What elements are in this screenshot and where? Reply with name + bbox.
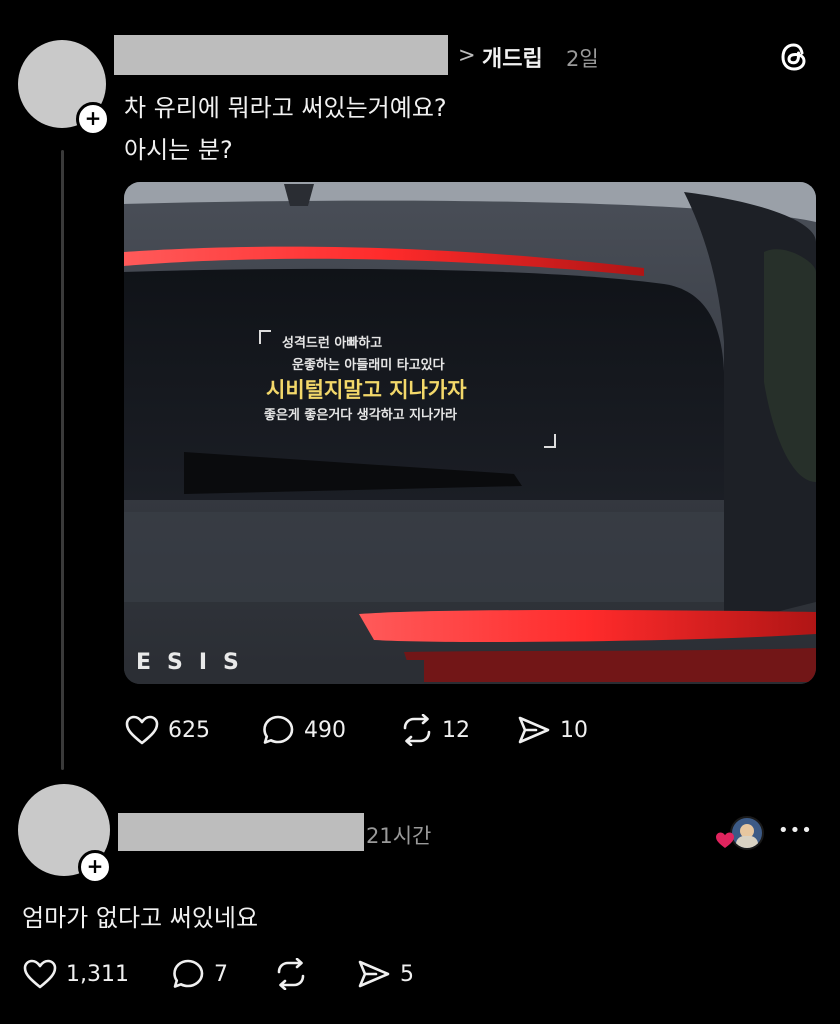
reply-repost-action[interactable]	[274, 958, 308, 990]
decal-line-4: 좋은게 좋은거다 생각하고 지나가라	[264, 408, 457, 423]
car-badge-text: ESIS	[136, 650, 255, 675]
liked-by-author-indicator	[714, 816, 764, 852]
follow-plus-badge[interactable]: +	[76, 102, 110, 136]
reply-follow-plus-badge[interactable]: +	[78, 850, 112, 884]
post-text-line-2: 아시는 분?	[124, 136, 233, 164]
repost-icon	[277, 958, 305, 990]
reply-comment-action[interactable]: 7	[172, 958, 228, 990]
reply-like-count: 1,311	[66, 961, 129, 987]
community-link[interactable]: 개드립	[482, 41, 543, 73]
like-count: 625	[168, 717, 210, 743]
like-action[interactable]: 625	[124, 714, 210, 746]
decal-line-3: 시비털지말고 지나가자	[266, 378, 467, 402]
decal-line-1: 성격드런 아빠하고	[282, 336, 383, 351]
reply-share-count: 5	[400, 961, 414, 987]
share-action[interactable]: 10	[516, 714, 588, 746]
repost-action[interactable]: 12	[400, 714, 470, 746]
decal-corner-top-left	[259, 330, 271, 344]
decal-line-2: 운좋하는 아들래미 타고있다	[292, 358, 445, 373]
comment-count: 490	[304, 717, 346, 743]
share-icon	[358, 960, 390, 988]
reply-author-name-redacted	[118, 813, 364, 851]
repost-count: 12	[442, 717, 470, 743]
post-image[interactable]: 성격드런 아빠하고 운좋하는 아들래미 타고있다 시비털지말고 지나가자 좋은게…	[124, 182, 816, 684]
more-icon[interactable]: •••	[778, 820, 813, 841]
post-timestamp: 2일	[566, 47, 599, 71]
decal-corner-bottom-right	[544, 434, 556, 448]
reply-share-action[interactable]: 5	[356, 958, 414, 990]
heart-icon	[23, 959, 57, 989]
comment-icon	[173, 959, 204, 988]
red-heart-icon	[716, 832, 734, 848]
comment-icon	[263, 715, 294, 744]
thread-connector-line	[61, 150, 64, 770]
repost-icon	[403, 714, 431, 746]
reply-like-action[interactable]: 1,311	[22, 958, 129, 990]
share-count: 10	[560, 717, 588, 743]
reply-comment-count: 7	[214, 961, 228, 987]
heart-icon	[125, 715, 159, 745]
post-author-name-redacted	[114, 35, 448, 75]
reply-timestamp: 21시간	[366, 824, 432, 848]
reply-text: 엄마가 없다고 써있네요	[22, 904, 259, 932]
post-text-line-1: 차 유리에 뭐라고 써있는거예요?	[124, 94, 447, 122]
comment-action[interactable]: 490	[262, 714, 346, 746]
threads-logo-icon[interactable]	[777, 40, 811, 74]
breadcrumb-separator: >	[458, 43, 476, 67]
share-icon	[518, 716, 550, 744]
car-rear-illustration	[124, 182, 816, 684]
